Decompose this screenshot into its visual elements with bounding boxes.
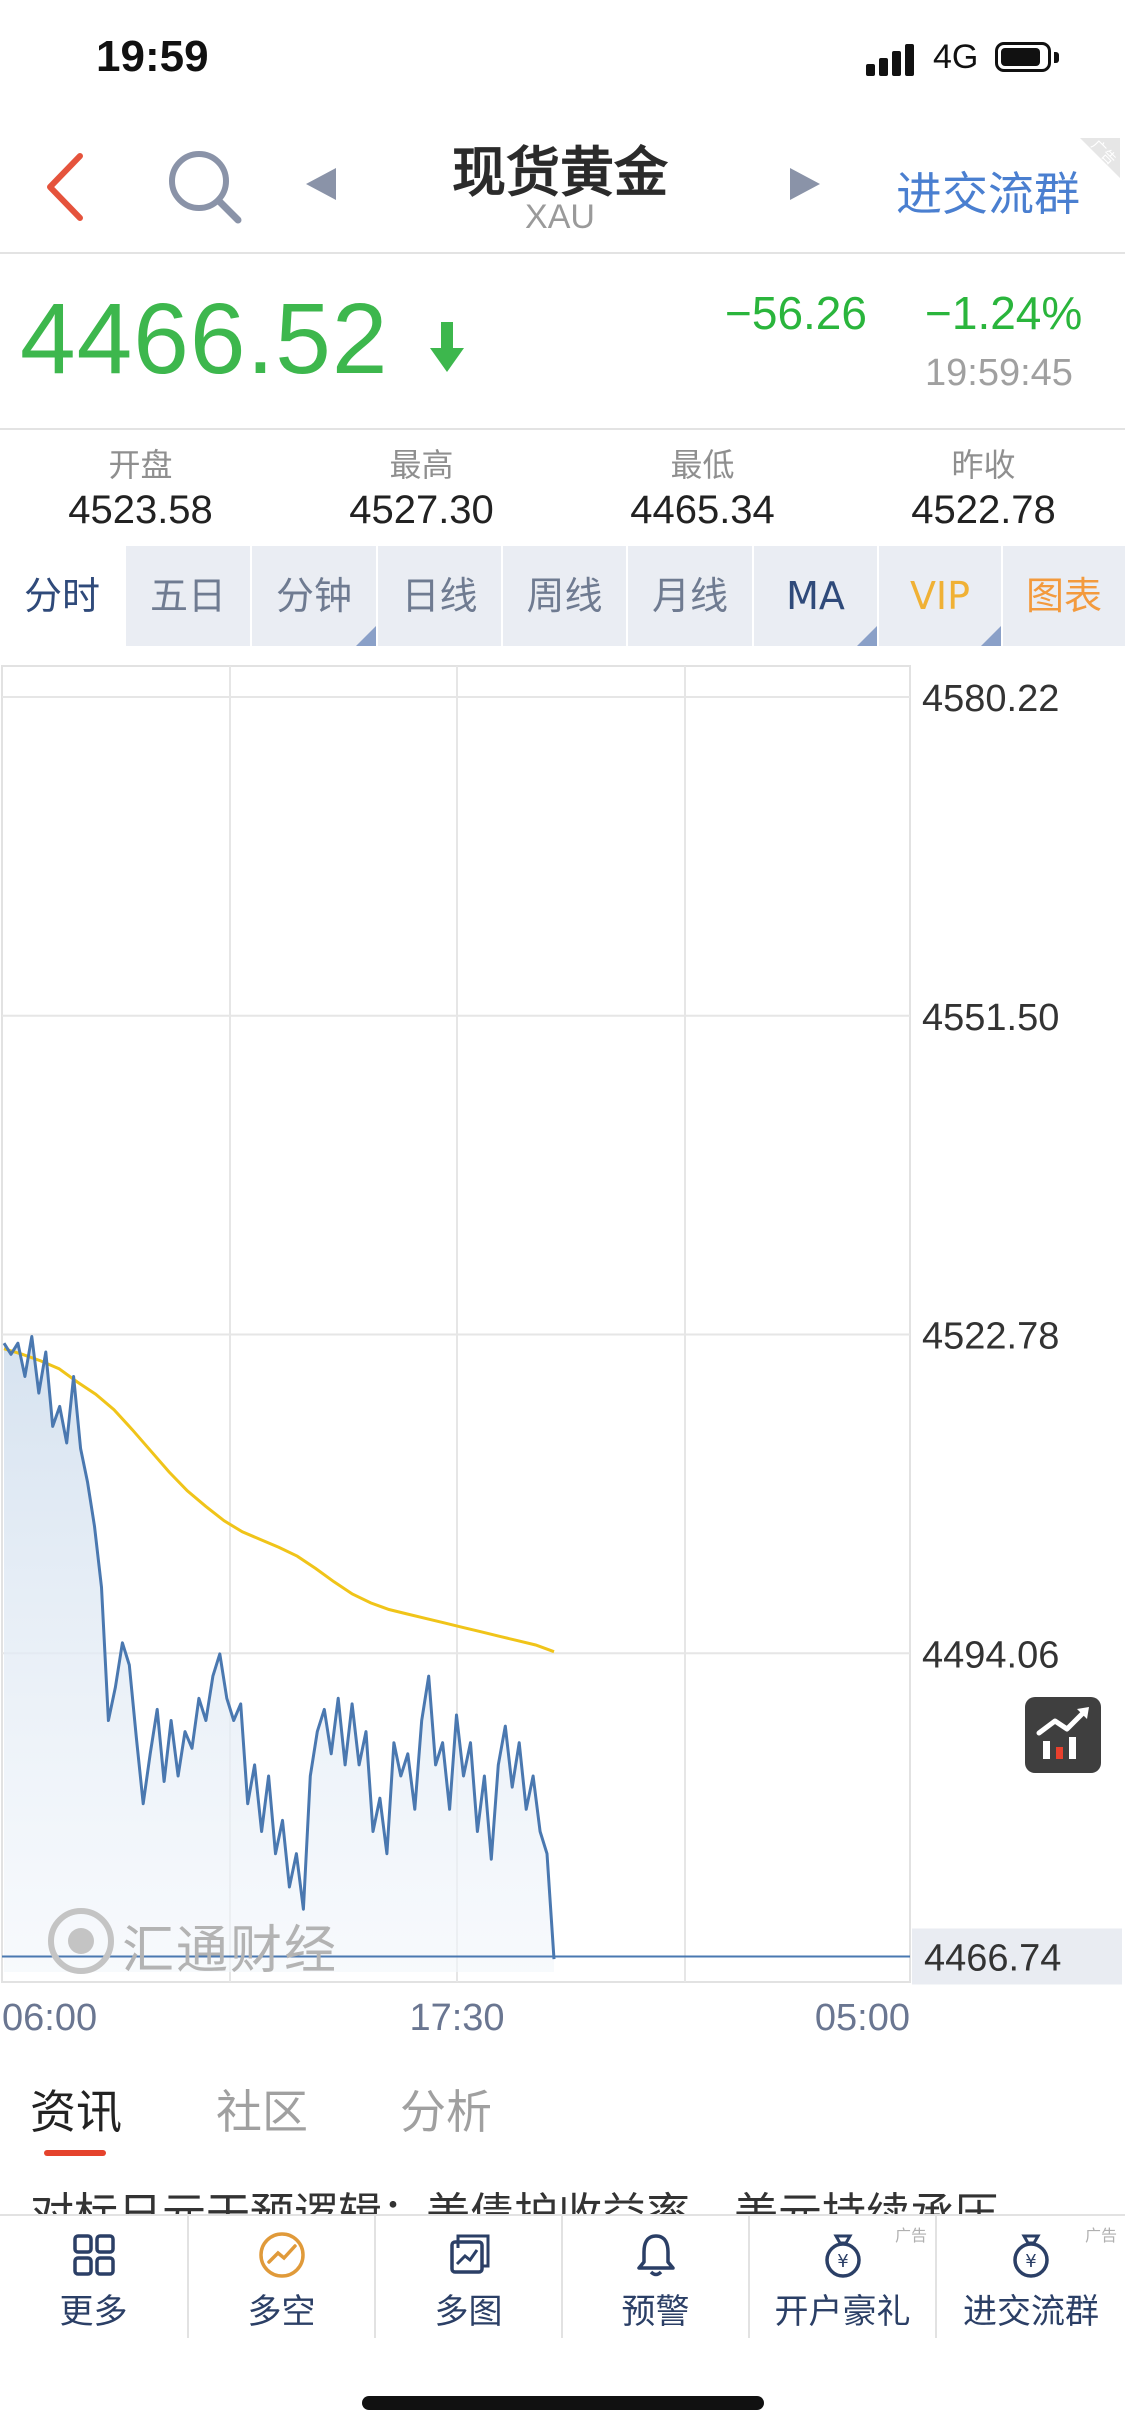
- trend-circle-icon: [258, 2232, 305, 2278]
- x-tick-label: 05:00: [815, 1997, 910, 2039]
- tab-label: 周线: [526, 574, 603, 618]
- price-change-percent: −1.24%: [925, 287, 1083, 339]
- signal-icon: [866, 42, 916, 76]
- stat-open-label: 开盘: [108, 446, 173, 484]
- ad-tag: 广告: [1084, 2226, 1117, 2245]
- bottom-label: 进交流群: [963, 2292, 1099, 2332]
- tab-daily[interactable]: 日线: [376, 546, 501, 646]
- active-tab-indicator: [44, 2150, 106, 2156]
- stat-open-value: 4523.58: [68, 488, 213, 532]
- long-short-button[interactable]: 多空: [187, 2216, 374, 2338]
- tab-weekly[interactable]: 周线: [501, 546, 626, 646]
- tab-intraday[interactable]: 分时: [0, 546, 124, 646]
- tab-label: 日线: [401, 574, 478, 618]
- tab-label: 分时: [23, 574, 100, 618]
- y-tick-label: 4522.78: [922, 1316, 1059, 1358]
- stat-high-label: 最高: [389, 446, 454, 484]
- divider: [0, 252, 1125, 254]
- news-headline[interactable]: 对标日元干预逻辑：美债护收益率，美元持续承压: [30, 2178, 1110, 2218]
- svg-text:¥: ¥: [1025, 2251, 1036, 2272]
- bell-icon: [636, 2234, 675, 2277]
- more-button[interactable]: 更多: [0, 2216, 187, 2338]
- money-bag-icon: ¥: [824, 2234, 861, 2278]
- symbol-code: XAU: [525, 198, 595, 236]
- tab-five-day[interactable]: 五日: [124, 546, 250, 646]
- update-time: 19:59:45: [925, 352, 1073, 394]
- stat-prev-close-label: 昨收: [951, 446, 1016, 484]
- dropdown-corner-icon: [356, 626, 376, 646]
- bottom-label: 开户豪礼: [774, 2292, 911, 2332]
- multi-chart-button[interactable]: 多图: [374, 2216, 561, 2338]
- chart-analysis-icon[interactable]: [1025, 1697, 1101, 1773]
- tab-label: 月线: [651, 574, 728, 618]
- x-tick-label: 06:00: [2, 1997, 97, 2039]
- tab-minute[interactable]: 分钟: [250, 546, 376, 646]
- money-bag-icon: ¥: [1013, 2234, 1049, 2278]
- back-icon[interactable]: [42, 150, 88, 224]
- tab-community[interactable]: 社区: [216, 2076, 308, 2142]
- x-tick-label: 17:30: [409, 1997, 504, 2039]
- tab-label: 图表: [1025, 574, 1102, 618]
- bottom-label: 多图: [434, 2292, 503, 2332]
- stat-high-value: 4527.30: [349, 488, 494, 532]
- y-tick-label: 4551.50: [922, 997, 1059, 1039]
- current-price-label: 4466.74: [924, 1937, 1061, 1979]
- alert-button[interactable]: 预警: [561, 2216, 748, 2338]
- next-symbol-icon[interactable]: [790, 168, 820, 200]
- stat-low-label: 最低: [670, 446, 735, 484]
- watermark-text: 汇通财经: [122, 1921, 339, 1981]
- y-tick-label: 4494.06: [922, 1634, 1059, 1676]
- join-group-bottom-button[interactable]: ¥ 进交流群 广告: [935, 2216, 1125, 2338]
- bottom-toolbar: 更多 多空 多图 预警 ¥ 开户豪礼 广告 ¥ 进交流群 广告: [0, 2214, 1125, 2338]
- tab-label: MA: [786, 574, 845, 618]
- battery-icon: [995, 42, 1051, 72]
- tab-analysis[interactable]: 分析: [400, 2076, 492, 2142]
- current-price: 4466.52: [20, 283, 389, 395]
- search-icon[interactable]: [164, 146, 244, 226]
- bottom-label: 预警: [621, 2292, 690, 2332]
- tab-ma[interactable]: MA: [752, 546, 877, 646]
- x-axis-labels: 06:00 17:30 05:00: [2, 1997, 910, 2039]
- period-tabs: 分时 五日 分钟 日线 周线 月线 MA VIP 图表: [0, 546, 1125, 646]
- price-change: −56.26: [725, 287, 867, 339]
- tab-monthly[interactable]: 月线: [626, 546, 752, 646]
- stat-prev-close-value: 4522.78: [911, 488, 1056, 532]
- join-group-button[interactable]: 进交流群: [896, 158, 1080, 224]
- status-time: 19:59: [96, 32, 209, 81]
- tab-vip[interactable]: VIP: [877, 546, 1001, 646]
- dropdown-corner-icon: [981, 626, 1001, 646]
- bottom-label: 更多: [59, 2292, 128, 2332]
- down-arrow-icon: [430, 322, 464, 372]
- watermark-logo-icon: [48, 1908, 114, 1974]
- ad-tag: 广告: [894, 2226, 927, 2245]
- tab-label: 五日: [149, 574, 226, 618]
- bottom-label: 多空: [247, 2292, 316, 2332]
- multi-chart-icon: [449, 2234, 489, 2274]
- divider: [0, 428, 1125, 430]
- y-axis-labels: 4580.22 4551.50 4522.78 4494.06: [922, 678, 1059, 1676]
- tab-label: 分钟: [275, 574, 352, 618]
- grid-icon: [72, 2234, 115, 2276]
- tab-news[interactable]: 资讯: [30, 2076, 122, 2142]
- prev-symbol-icon[interactable]: [306, 168, 336, 200]
- home-indicator: [362, 2396, 764, 2410]
- network-type: 4G: [933, 38, 979, 76]
- stat-low-value: 4465.34: [630, 488, 775, 532]
- y-tick-label: 4580.22: [922, 678, 1059, 720]
- svg-text:¥: ¥: [837, 2251, 848, 2272]
- tab-chart-settings[interactable]: 图表: [1001, 546, 1125, 646]
- intraday-chart[interactable]: 4580.22 4551.50 4522.78 4494.06 4466.74 06:…: [0, 660, 1125, 2050]
- page-title: 现货黄金: [452, 141, 668, 204]
- tab-label: VIP: [909, 574, 971, 618]
- battery-nub: [1054, 52, 1059, 63]
- dropdown-corner-icon: [857, 626, 877, 646]
- open-account-button[interactable]: ¥ 开户豪礼 广告: [748, 2216, 935, 2338]
